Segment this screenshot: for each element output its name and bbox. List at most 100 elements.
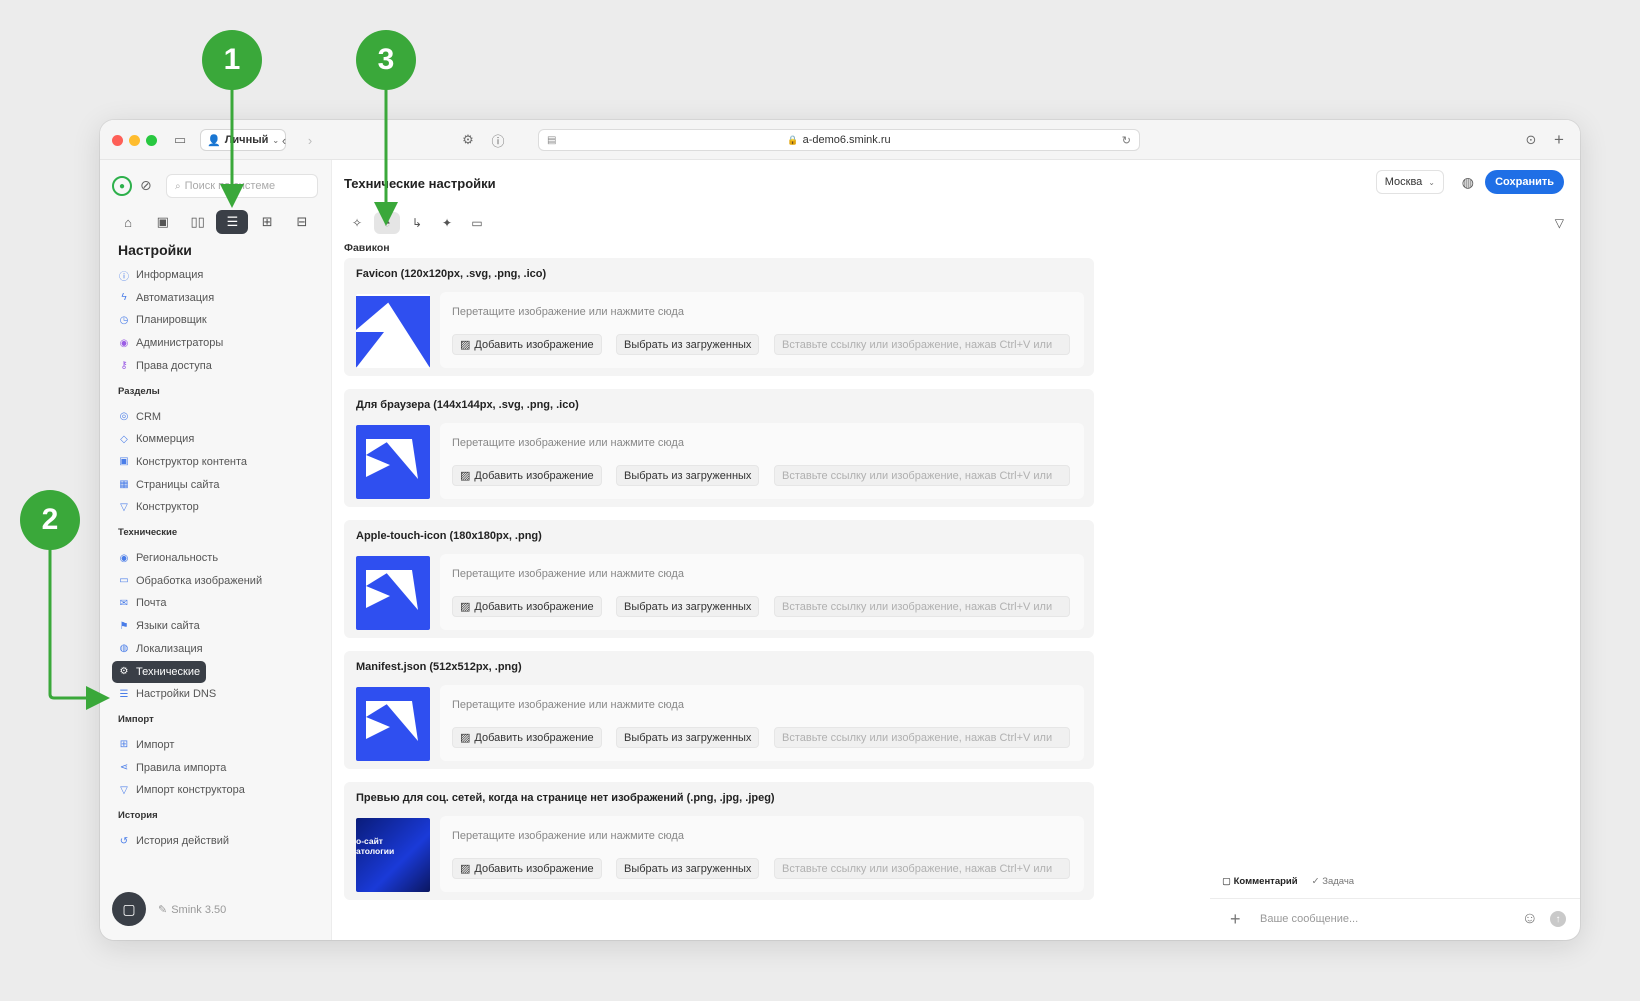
lock-icon: 🔒 — [787, 134, 799, 145]
image-url-input[interactable]: Вставьте ссылку или изображение, нажав C… — [774, 858, 1070, 879]
pie-chart-icon[interactable]: ◔ — [374, 212, 400, 234]
sidebar-item-label: Коммерция — [136, 433, 195, 446]
sidebar-group-title: Импорт — [118, 713, 154, 725]
add-image-button[interactable]: ▨ Добавить изображение — [452, 727, 602, 748]
tab-comment[interactable]: ▢ Комментарий — [1222, 876, 1298, 887]
sidebar-item-bolt[interactable]: ϟ Автоматизация — [112, 287, 220, 309]
drop-zone[interactable]: Перетащите изображение или нажмите сюда ▨… — [440, 816, 1084, 892]
send-icon[interactable]: ↑ — [1550, 911, 1566, 927]
add-image-button[interactable]: ▨ Добавить изображение — [452, 465, 602, 486]
new-tab-icon[interactable]: + — [1550, 130, 1568, 150]
chat-button[interactable]: ▢ — [112, 892, 146, 926]
sidebar-item-import-builder[interactable]: ▽ Импорт конструктора — [112, 779, 251, 801]
sidebar-item-info[interactable]: ⓘ Информация — [112, 264, 209, 286]
clock-icon: ◷ — [119, 314, 129, 326]
sidebar-item-globe[interactable]: ◍ Локализация — [112, 638, 209, 660]
forward-icon[interactable]: › — [302, 130, 318, 150]
sidebar-item-image[interactable]: ▭ Обработка изображений — [112, 570, 268, 592]
sliders-icon[interactable]: ☰ — [216, 210, 249, 234]
image-thumbnail[interactable] — [356, 425, 430, 499]
profile-switcher[interactable]: 👤 Личный ⌄ — [200, 129, 287, 151]
image-url-input[interactable]: Вставьте ссылку или изображение, нажав C… — [774, 465, 1070, 486]
image-thumbnail[interactable] — [356, 687, 430, 761]
sidebar-item-rules[interactable]: ⋖ Правила импорта — [112, 757, 232, 779]
drop-zone[interactable]: Перетащите изображение или нажмите сюда ▨… — [440, 554, 1084, 630]
message-input[interactable]: Ваше сообщение... — [1260, 913, 1358, 925]
search-placeholder: Поиск по системе — [184, 180, 276, 192]
download-icon[interactable]: ⊙ — [1522, 130, 1540, 150]
sidebar-item-admin[interactable]: ◉ Администраторы — [112, 332, 229, 354]
info-circle-icon[interactable]: ⓘ — [488, 130, 508, 150]
sidebar-item-region[interactable]: ◉ Региональность — [112, 547, 224, 569]
choose-uploaded-button[interactable]: Выбрать из загруженных — [616, 334, 760, 355]
image-url-input[interactable]: Вставьте ссылку или изображение, нажав C… — [774, 727, 1070, 748]
star-icon[interactable]: ✦ — [434, 212, 460, 234]
reload-icon[interactable]: ↻ — [1122, 134, 1131, 147]
redirect-icon[interactable]: ↳ — [404, 212, 430, 234]
choose-uploaded-button[interactable]: Выбрать из загруженных — [616, 727, 760, 748]
tab-task[interactable]: ✓ Задача — [1312, 876, 1354, 887]
drop-zone[interactable]: Перетащите изображение или нажмите сюда ▨… — [440, 423, 1084, 499]
sidebar-item-history[interactable]: ↺ История действий — [112, 830, 235, 852]
choose-uploaded-button[interactable]: Выбрать из загруженных — [616, 465, 760, 486]
settings-gear-icon[interactable]: ⚙ — [458, 130, 478, 150]
url-placeholder: Вставьте ссылку или изображение, нажав C… — [782, 600, 1053, 613]
image-url-input[interactable]: Вставьте ссылку или изображение, нажав C… — [774, 596, 1070, 617]
choose-uploaded-button[interactable]: Выбрать из загруженных — [616, 596, 760, 617]
rocket-icon[interactable]: ⌂ — [112, 210, 144, 234]
sidebar-item-clock[interactable]: ◷ Планировщик — [112, 309, 213, 331]
drop-zone[interactable]: Перетащите изображение или нажмите сюда ▨… — [440, 685, 1084, 761]
sidebar-item-mail[interactable]: ✉ Почта — [112, 592, 173, 614]
sidebar-item-import[interactable]: ⊞ Импорт — [112, 734, 180, 756]
sidebar-item-grid[interactable]: ▦ Страницы сайта — [112, 474, 226, 496]
sidebar: ● ⊘ ⌕ Поиск по системе ⌂ ▣ ▯▯ ☰ ⊞ ⊟ Наст… — [100, 160, 332, 940]
sparkle-icon[interactable]: ✧ — [344, 212, 370, 234]
city-select[interactable]: Москва ⌄ — [1375, 170, 1444, 194]
add-image-label: Добавить изображение — [474, 469, 594, 482]
image-thumbnail[interactable] — [356, 556, 430, 630]
book-icon[interactable]: ▯▯ — [182, 210, 214, 234]
choose-uploaded-button[interactable]: Выбрать из загруженных — [616, 858, 760, 879]
search-input[interactable]: ⌕ Поиск по системе — [166, 174, 318, 198]
url-placeholder: Вставьте ссылку или изображение, нажав C… — [782, 469, 1053, 482]
comment-icon: ▢ — [1222, 876, 1231, 887]
minimize-window-button[interactable] — [129, 135, 140, 146]
sidebar-item-label: Импорт конструктора — [136, 784, 245, 797]
filter-icon[interactable]: ▽ — [1555, 216, 1564, 230]
sidebar-item-dns[interactable]: ☰ Настройки DNS — [112, 683, 222, 705]
add-image-button[interactable]: ▨ Добавить изображение — [452, 858, 602, 879]
terminal-icon[interactable]: ▭ — [464, 212, 490, 234]
attach-plus-icon[interactable]: + — [1230, 909, 1241, 930]
globe-icon[interactable]: ◍ — [1462, 174, 1474, 191]
add-image-button[interactable]: ▨ Добавить изображение — [452, 334, 602, 355]
image-thumbnail[interactable] — [356, 294, 430, 368]
sidebar-item-builder[interactable]: ▽ Конструктор — [112, 496, 205, 518]
drop-zone[interactable]: Перетащите изображение или нажмите сюда ▨… — [440, 292, 1084, 368]
add-image-button[interactable]: ▨ Добавить изображение — [452, 596, 602, 617]
plus-square-icon[interactable]: ⊞ — [251, 210, 283, 234]
drop-hint: Перетащите изображение или нажмите сюда — [452, 306, 684, 318]
sidebar-item-gear[interactable]: ⚙ Технические — [112, 660, 207, 683]
sidebar-item-bag[interactable]: ◇ Коммерция — [112, 428, 200, 450]
emoji-icon[interactable]: ☺ — [1522, 910, 1538, 928]
monitor-icon[interactable]: ▣ — [147, 210, 179, 234]
user-avatar-icon[interactable]: ● — [112, 176, 132, 196]
image-thumbnail[interactable]: о-сайт атологии — [356, 818, 430, 892]
compass-icon[interactable]: ⊘ — [140, 177, 152, 194]
sidebar-item-content[interactable]: ▣ Конструктор контента — [112, 451, 253, 473]
mail-icon: ✉ — [119, 597, 129, 609]
sidebar-item-crm[interactable]: ◎ CRM — [112, 406, 167, 428]
flag-icon: ⚑ — [119, 620, 129, 632]
crm-icon: ◎ — [119, 411, 129, 422]
save-button[interactable]: Сохранить — [1485, 170, 1564, 194]
close-window-button[interactable] — [112, 135, 123, 146]
back-icon[interactable]: ‹ — [276, 130, 292, 150]
image-url-input[interactable]: Вставьте ссылку или изображение, нажав C… — [774, 334, 1070, 355]
brush-icon[interactable]: ⊟ — [286, 210, 318, 234]
sidebar-item-key[interactable]: ⚷ Права доступа — [112, 355, 218, 377]
search-icon: ⌕ — [175, 180, 181, 192]
address-bar[interactable]: ▤ 🔒 a-demo6.smink.ru ↻ — [538, 129, 1140, 151]
maximize-window-button[interactable] — [146, 135, 157, 146]
sidebar-toggle-icon[interactable]: ▭ — [170, 130, 190, 150]
sidebar-item-flag[interactable]: ⚑ Языки сайта — [112, 615, 206, 637]
